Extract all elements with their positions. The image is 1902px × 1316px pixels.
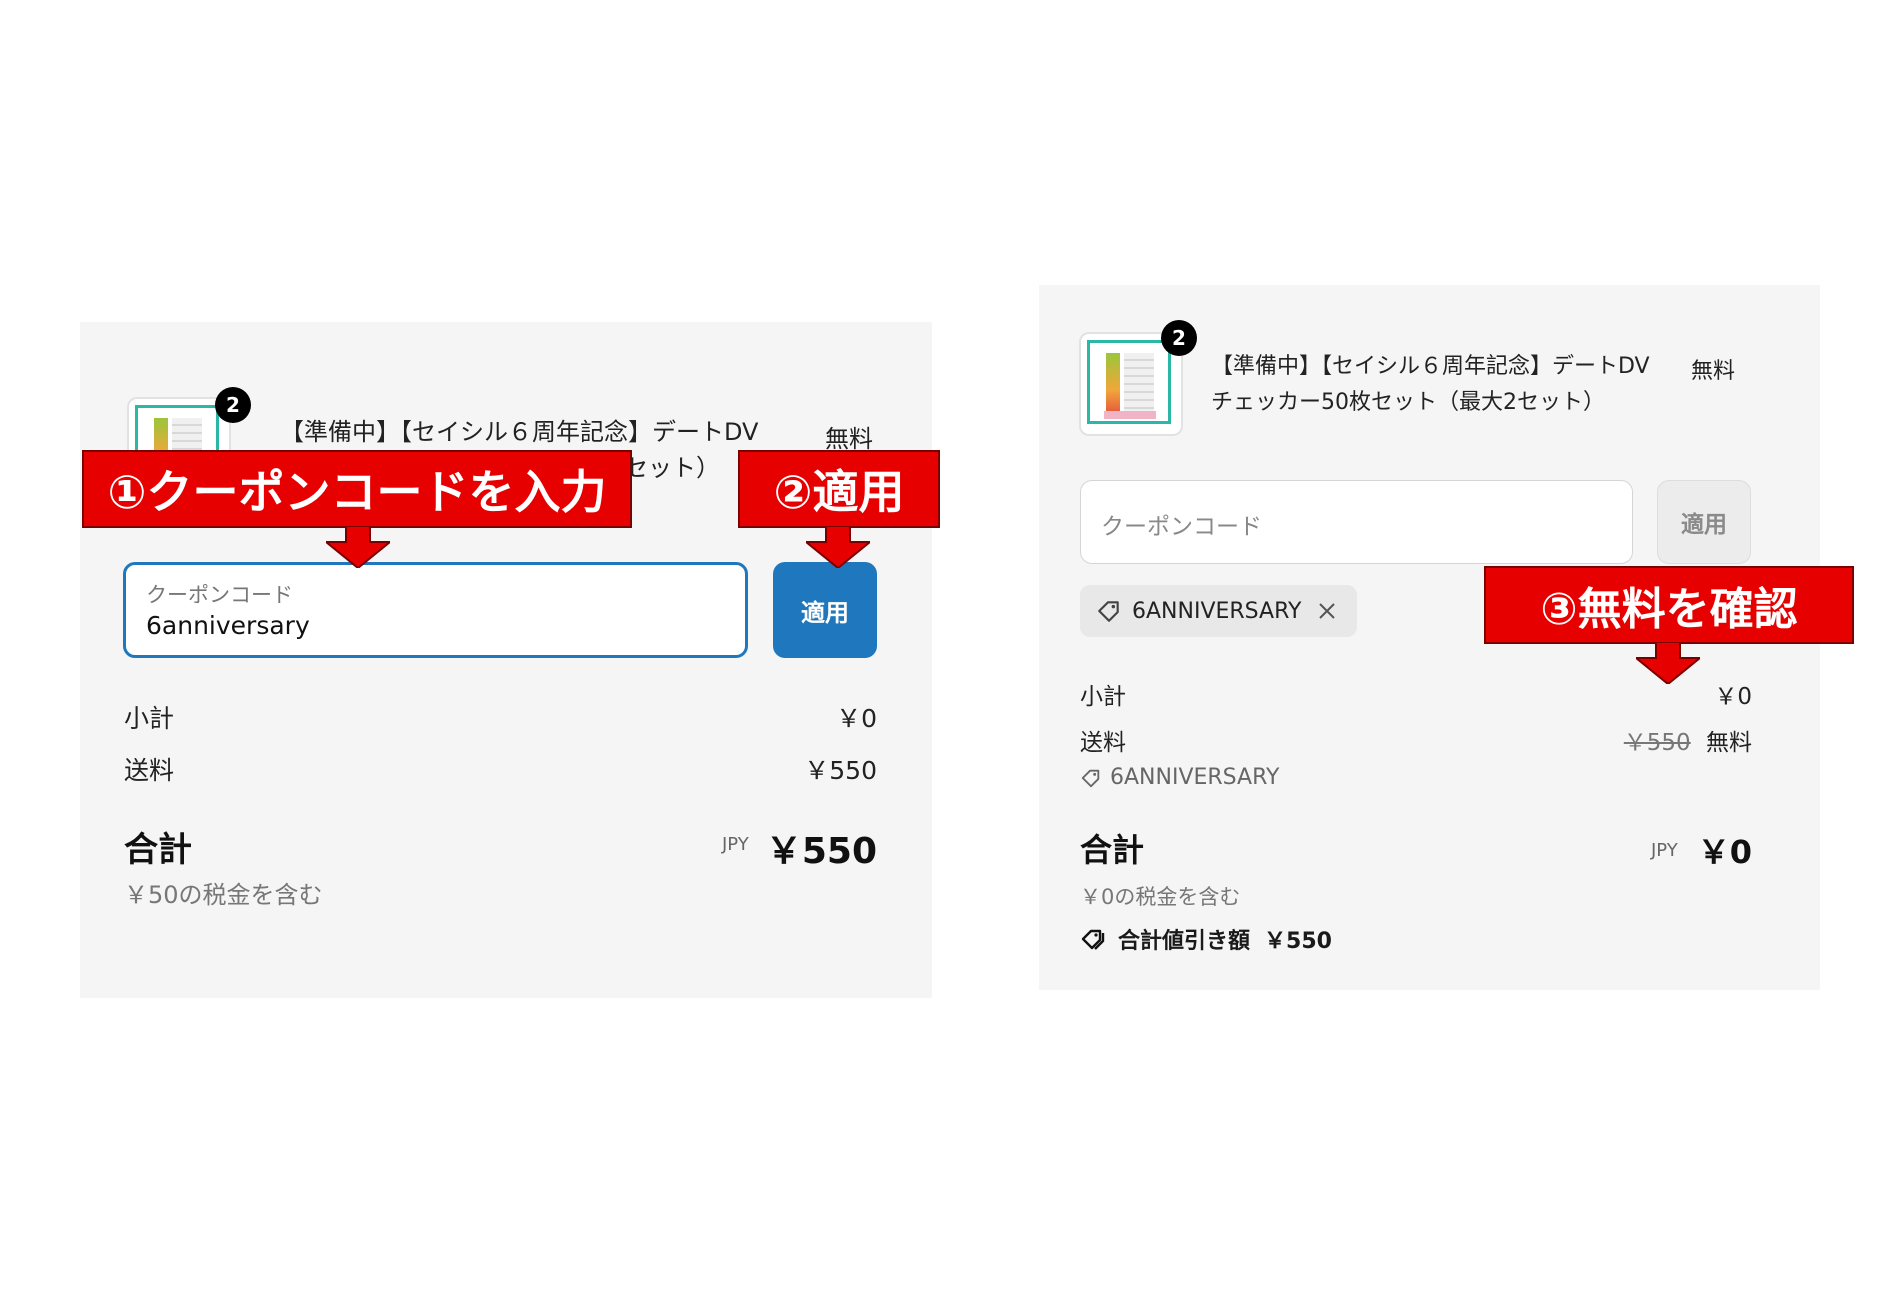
shipping-label: 送料 [1080,730,1126,756]
discount-code-label: 6ANNIVERSARY [1110,765,1280,790]
total-savings-value: ￥550 [1264,929,1332,954]
product-thumbnail: 2 [1079,320,1197,436]
shipping-original-price: ￥550 [1623,730,1691,756]
callout-step1-arrow [326,526,390,568]
total-savings: 合計値引き額 ￥550 [1080,923,1332,955]
total-value: ￥0 [1697,833,1752,871]
tags-icon [1080,926,1108,952]
applied-coupon-code: 6ANNIVERSARY [1132,598,1302,624]
discount-code-line: 6ANNIVERSARY [1080,765,1279,790]
total-savings-label: 合計値引き額 [1118,929,1251,954]
coupon-code-input[interactable]: クーポンコード 6anniversary [123,562,748,658]
coupon-code-input[interactable]: クーポンコード [1080,480,1633,564]
tag-icon [1096,598,1122,624]
currency-code: JPY [722,834,749,855]
product-image [1087,340,1171,424]
subtotal-value: ￥0 [836,704,877,733]
currency-code: JPY [1651,840,1678,861]
apply-button[interactable]: 適用 [1657,480,1751,564]
coupon-field-placeholder: クーポンコード [1101,514,1262,540]
checkout-summary-before: 2 【準備中】【セイシル６周年記念】デートDV セット） 無料 クーポンコード … [80,322,932,998]
shipping-discounted-value: 無料 [1706,730,1752,756]
coupon-field-label: クーポンコード [146,583,293,607]
total-label: 合計 [1080,831,1145,869]
tax-note: ￥0の税金を含む [1080,885,1241,909]
tax-note: ￥50の税金を含む [124,881,323,909]
callout-step3: ③無料を確認 [1484,566,1854,644]
quantity-badge: 2 [215,387,251,423]
callout-step2-arrow [806,526,870,568]
shipping-label: 送料 [124,756,175,785]
callout-step2: ②適用 [738,450,940,528]
subtotal-value: ￥0 [1714,684,1752,710]
applied-coupon-chip: 6ANNIVERSARY [1080,585,1358,637]
product-price: 無料 [1691,359,1736,384]
remove-coupon-icon[interactable] [1317,601,1337,621]
subtotal-label: 小計 [124,704,175,733]
shipping-value: ￥550 無料 [1624,723,1752,757]
shipping-value: ￥550 [804,756,877,785]
callout-step3-arrow [1636,642,1700,684]
coupon-field-value: 6anniversary [146,611,310,640]
tag-icon [1080,767,1102,789]
apply-button[interactable]: 適用 [773,562,877,658]
product-title: 【準備中】【セイシル６周年記念】デートDV チェッカー50枚セット（最大2セット… [1211,354,1650,415]
total-label: 合計 [124,830,192,870]
quantity-badge: 2 [1161,320,1197,356]
subtotal-label: 小計 [1080,684,1126,710]
product-price: 無料 [825,425,873,453]
total-value: ￥550 [765,831,877,872]
callout-step1: ①クーポンコードを入力 [82,450,632,528]
